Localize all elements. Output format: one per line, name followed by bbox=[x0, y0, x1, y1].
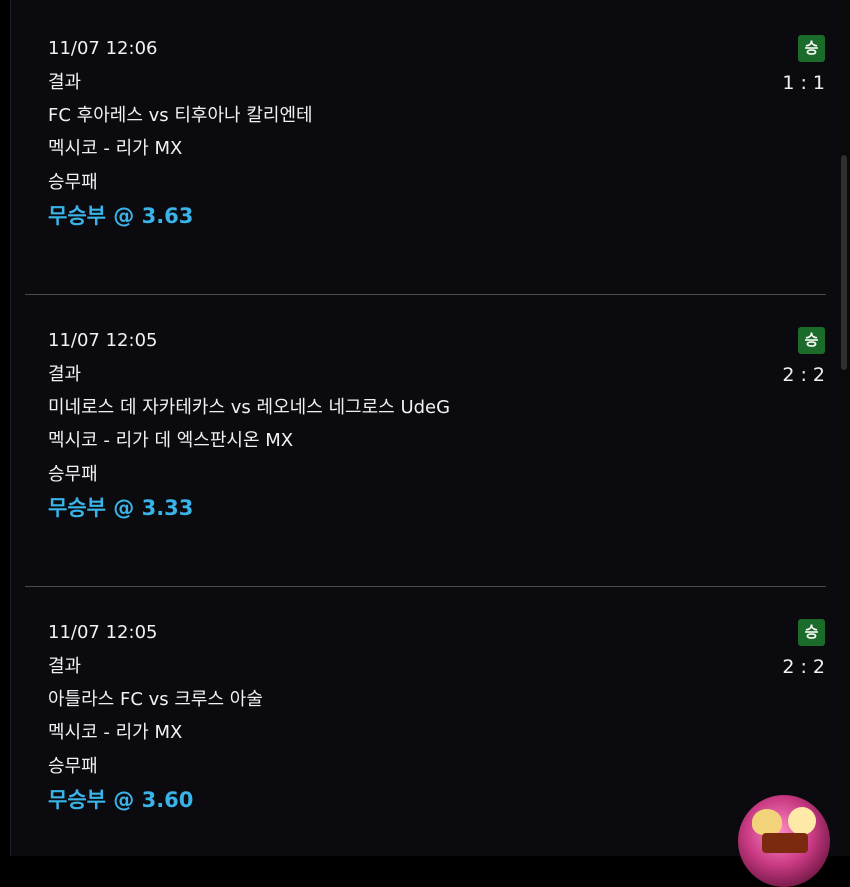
bet-market: 결과 bbox=[48, 72, 82, 93]
bet-league: 멕시코 - 리가 MX bbox=[48, 138, 183, 159]
bet-match: 미네로스 데 자카테카스 vs 레오네스 네그로스 UdeG bbox=[48, 397, 451, 418]
scrollbar-thumb[interactable] bbox=[841, 155, 847, 370]
bet-match: 아틀라스 FC vs 크루스 아술 bbox=[48, 689, 263, 710]
bet-market: 결과 bbox=[48, 364, 82, 385]
bet-item[interactable]: 11/07 12:06 결과 FC 후아레스 vs 티후아나 칼리엔테 멕시코 … bbox=[11, 0, 839, 292]
status-badge: 승 bbox=[798, 327, 825, 354]
mascot-logo-icon bbox=[738, 795, 830, 887]
bet-market: 결과 bbox=[48, 656, 82, 677]
bet-league: 멕시코 - 리가 데 엑스판시온 MX bbox=[48, 430, 294, 451]
bet-pick: 무승부 @ 3.63 bbox=[48, 204, 194, 228]
status-badge: 승 bbox=[798, 35, 825, 62]
bet-type: 승무패 bbox=[48, 172, 98, 193]
bet-item[interactable]: 11/07 12:05 결과 아틀라스 FC vs 크루스 아술 멕시코 - 리… bbox=[11, 584, 839, 876]
bet-type: 승무패 bbox=[48, 464, 98, 485]
bet-pick: 무승부 @ 3.60 bbox=[48, 788, 194, 812]
bet-datetime: 11/07 12:06 bbox=[48, 38, 158, 59]
bet-type: 승무패 bbox=[48, 756, 98, 777]
bet-datetime: 11/07 12:05 bbox=[48, 330, 158, 351]
bet-item[interactable]: 11/07 12:05 결과 미네로스 데 자카테카스 vs 레오네스 네그로스… bbox=[11, 292, 839, 584]
match-score: 1 : 1 bbox=[782, 72, 825, 94]
match-score: 2 : 2 bbox=[782, 656, 825, 678]
scrollbar[interactable] bbox=[838, 0, 850, 856]
bet-league: 멕시코 - 리가 MX bbox=[48, 722, 183, 743]
match-score: 2 : 2 bbox=[782, 364, 825, 386]
bet-pick: 무승부 @ 3.33 bbox=[48, 496, 194, 520]
bet-match: FC 후아레스 vs 티후아나 칼리엔테 bbox=[48, 105, 313, 126]
bet-datetime: 11/07 12:05 bbox=[48, 622, 158, 643]
status-badge: 승 bbox=[798, 619, 825, 646]
bet-history-panel: 11/07 12:06 결과 FC 후아레스 vs 티후아나 칼리엔테 멕시코 … bbox=[10, 0, 839, 856]
